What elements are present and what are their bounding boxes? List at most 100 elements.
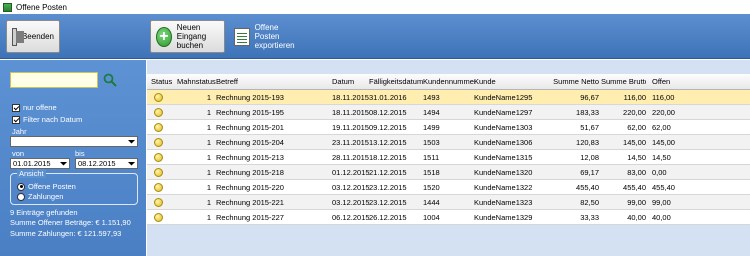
from-date-value: 01.01.2015 [13, 159, 51, 168]
cell-gross-total: 455,40 [623, 183, 646, 192]
cell-due-date: 26.12.2015 [369, 213, 407, 222]
cell-date: 19.11.2015 [332, 123, 369, 132]
cell-customer: KundeName1329 [474, 213, 533, 222]
new-entry-label-line1: Neuen Eingang [176, 23, 207, 41]
table-row[interactable]: 1 Rechnung 2015-220 03.12.2015 23.12.2015 15… [147, 180, 750, 195]
status-indicator-icon [154, 123, 163, 132]
header-date[interactable]: Datum [332, 74, 372, 89]
cell-customer-number: 1494 [423, 108, 440, 117]
sum-open-text: Summe Offener Beträge: € 1.151,90 [10, 218, 131, 227]
cell-customer-number: 1004 [423, 213, 440, 222]
header-net-total[interactable]: Summe Netto [552, 74, 599, 89]
cell-due-date: 18.12.2015 [369, 153, 407, 162]
from-label: von [12, 149, 25, 158]
table-row[interactable]: 1 Rechnung 2015-193 18.11.2015 31.01.2016 14… [147, 90, 750, 105]
status-indicator-icon [154, 198, 163, 207]
cell-open: 116,00 [652, 93, 675, 102]
header-subject[interactable]: Betreff [216, 74, 326, 89]
cell-customer: KundeName1297 [474, 108, 533, 117]
status-indicator-icon [154, 183, 163, 192]
cell-due-date: 13.12.2015 [369, 138, 407, 147]
cell-reminder-status: 1 [206, 138, 211, 147]
export-label-line1: Offene Posten [254, 23, 280, 41]
export-button-label: Offene Posten exportieren [255, 23, 304, 50]
table-row[interactable]: 1 Rechnung 2015-221 03.12.2015 23.12.2015 14… [147, 195, 750, 210]
from-date-picker[interactable]: 01.01.2015 [10, 158, 70, 169]
cell-subject: Rechnung 2015-193 [216, 93, 284, 102]
cell-reminder-status: 1 [206, 93, 211, 102]
filter-date-checkbox-row[interactable]: Filter nach Datum [12, 115, 82, 124]
table-row[interactable]: 1 Rechnung 2015-213 28.11.2015 18.12.2015 15… [147, 150, 750, 165]
radio-payments[interactable] [17, 192, 25, 201]
title-bar: Offene Posten [0, 0, 750, 14]
view-option-open-items[interactable]: Offene Posten [17, 182, 76, 191]
chevron-down-icon [128, 140, 135, 144]
cell-reminder-status: 1 [206, 108, 211, 117]
cell-date: 03.12.2015 [332, 198, 370, 207]
header-customer-number[interactable]: Kundennummer [423, 74, 475, 89]
cell-due-date: 31.01.2016 [369, 93, 407, 102]
cell-net-total: 12,08 [580, 153, 599, 162]
year-select[interactable] [10, 136, 138, 147]
cell-open: 220,00 [652, 108, 675, 117]
cell-reminder-status: 1 [206, 168, 211, 177]
cell-due-date: 08.12.2015 [369, 108, 407, 117]
table-row[interactable]: 1 Rechnung 2015-195 18.11.2015 08.12.2015 14… [147, 105, 750, 120]
cell-net-total: 51,67 [580, 123, 599, 132]
header-due-date[interactable]: Fälligkeitsdatum [369, 74, 429, 89]
cell-reminder-status: 1 [206, 183, 211, 192]
header-reminder-status[interactable]: Mahnstatus [177, 74, 217, 89]
cell-customer-number: 1520 [423, 183, 440, 192]
cell-gross-total: 62,00 [627, 123, 646, 132]
new-entry-button-label: Neuen Eingang buchen [177, 23, 219, 50]
header-open[interactable]: Offen [652, 74, 682, 89]
filter-date-label: Filter nach Datum [23, 115, 83, 124]
header-customer[interactable]: Kunde [474, 74, 534, 89]
cell-gross-total: 40,00 [627, 213, 646, 222]
cell-customer-number: 1444 [423, 198, 440, 207]
cell-gross-total: 14,50 [627, 153, 646, 162]
year-label: Jahr [12, 127, 27, 136]
only-open-checkbox[interactable] [12, 103, 20, 112]
filter-sidebar: nur offene Filter nach Datum Jahr von bi… [0, 60, 146, 256]
cell-date: 06.12.2015 [332, 213, 370, 222]
cell-net-total: 96,67 [580, 93, 599, 102]
search-icon[interactable] [103, 73, 117, 87]
table-row[interactable]: 1 Rechnung 2015-204 23.11.2015 13.12.2015 15… [147, 135, 750, 150]
cell-subject: Rechnung 2015-204 [216, 138, 284, 147]
cell-subject: Rechnung 2015-213 [216, 153, 284, 162]
header-gross-total[interactable]: Summe Brutto [601, 74, 646, 89]
view-option-open-items-label: Offene Posten [28, 182, 76, 191]
cell-subject: Rechnung 2015-227 [216, 213, 284, 222]
filter-date-checkbox[interactable] [12, 115, 20, 124]
cell-net-total: 69,17 [580, 168, 599, 177]
export-button[interactable]: Offene Posten exportieren [229, 20, 309, 53]
cell-open: 99,00 [652, 198, 671, 207]
chevron-down-icon [128, 162, 135, 166]
view-legend: Ansicht [17, 169, 46, 178]
exit-button[interactable]: Beenden [6, 20, 60, 53]
table-row[interactable]: 1 Rechnung 2015-201 19.11.2015 09.12.2015 14… [147, 120, 750, 135]
status-indicator-icon [154, 168, 163, 177]
search-input[interactable] [10, 72, 98, 88]
sum-payments-text: Summe Zahlungen: € 121.597,93 [10, 229, 122, 238]
only-open-checkbox-row[interactable]: nur offene [12, 103, 57, 112]
cell-net-total: 33,33 [580, 213, 599, 222]
to-date-picker[interactable]: 08.12.2015 [75, 158, 138, 169]
cell-date: 01.12.2015 [332, 168, 370, 177]
cell-net-total: 120,83 [576, 138, 599, 147]
only-open-label: nur offene [23, 103, 57, 112]
export-document-icon [234, 27, 250, 46]
header-status[interactable]: Status [151, 74, 179, 89]
cell-date: 23.11.2015 [332, 138, 369, 147]
radio-open-items[interactable] [17, 182, 25, 191]
status-indicator-icon [154, 138, 163, 147]
view-option-payments[interactable]: Zahlungen [17, 192, 63, 201]
table-row[interactable]: 1 Rechnung 2015-218 01.12.2015 21.12.2015 15… [147, 165, 750, 180]
app-icon [3, 2, 12, 12]
cell-customer: KundeName1315 [474, 153, 533, 162]
table-row[interactable]: 1 Rechnung 2015-227 06.12.2015 26.12.2015 10… [147, 210, 750, 225]
new-entry-button[interactable]: + Neuen Eingang buchen [150, 20, 225, 53]
cell-customer: KundeName1323 [474, 198, 533, 207]
window-title: Offene Posten [16, 2, 67, 12]
